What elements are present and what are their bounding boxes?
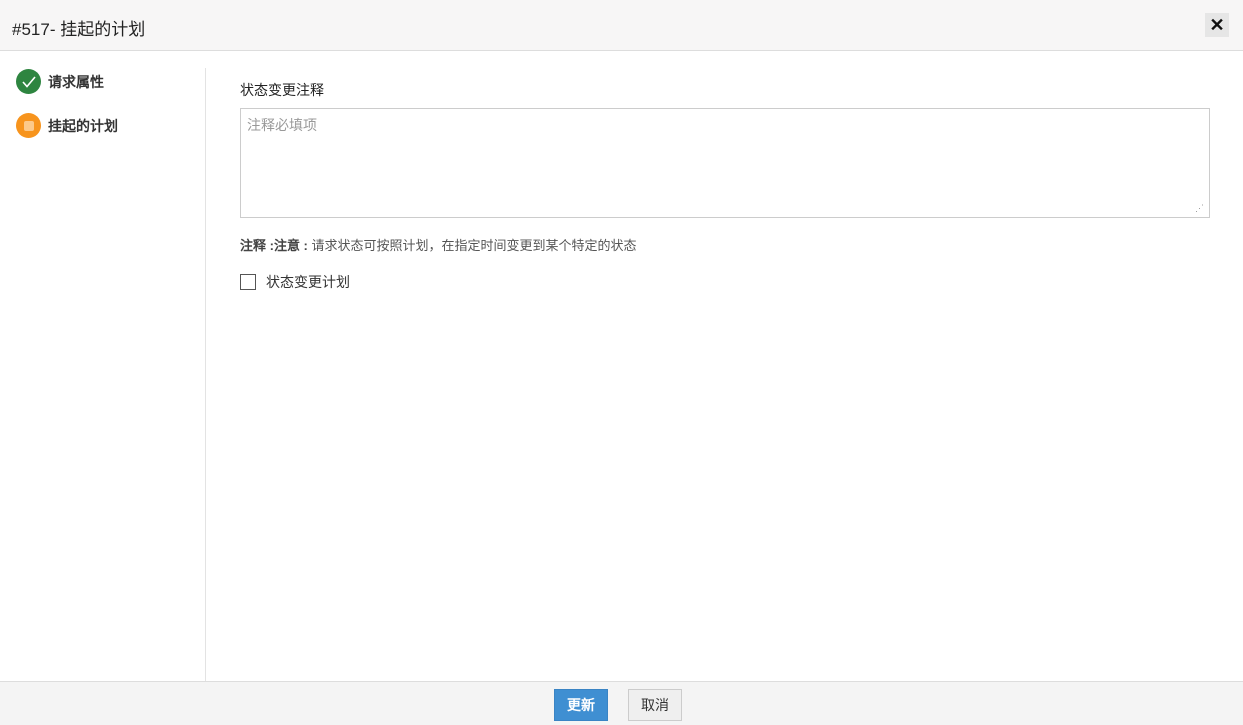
- note-prefix: 注释 :注意 :: [240, 238, 308, 253]
- schedule-checkbox-label: 状态变更计划: [266, 274, 350, 290]
- current-step-icon: [16, 113, 41, 138]
- step-label: 挂起的计划: [48, 117, 118, 134]
- dialog-title: #517- 挂起的计划: [12, 20, 146, 39]
- note-text: 注释 :注意 : 请求状态可按照计划，在指定时间变更到某个特定的状态: [240, 235, 637, 254]
- resize-grip-icon[interactable]: ⋰: [1195, 203, 1207, 215]
- dialog-footer: 更新 取消: [0, 681, 1243, 725]
- comment-textarea[interactable]: [240, 108, 1210, 218]
- step-request-properties[interactable]: 请求属性: [16, 69, 104, 94]
- note-body: 请求状态可按照计划，在指定时间变更到某个特定的状态: [307, 238, 637, 253]
- step-label: 请求属性: [48, 73, 104, 90]
- schedule-checkbox-row[interactable]: 状态变更计划: [240, 272, 350, 292]
- update-button[interactable]: 更新: [554, 689, 608, 721]
- dialog-header: #517- 挂起的计划 ✕: [0, 0, 1243, 51]
- cancel-button[interactable]: 取消: [628, 689, 682, 721]
- check-icon: [16, 69, 41, 94]
- close-button[interactable]: ✕: [1205, 13, 1229, 37]
- close-icon: ✕: [1209, 15, 1225, 35]
- comment-label: 状态变更注释: [240, 82, 324, 98]
- steps-sidebar: [0, 68, 206, 694]
- schedule-checkbox[interactable]: [240, 274, 256, 290]
- step-pending-schedule[interactable]: 挂起的计划: [16, 113, 118, 138]
